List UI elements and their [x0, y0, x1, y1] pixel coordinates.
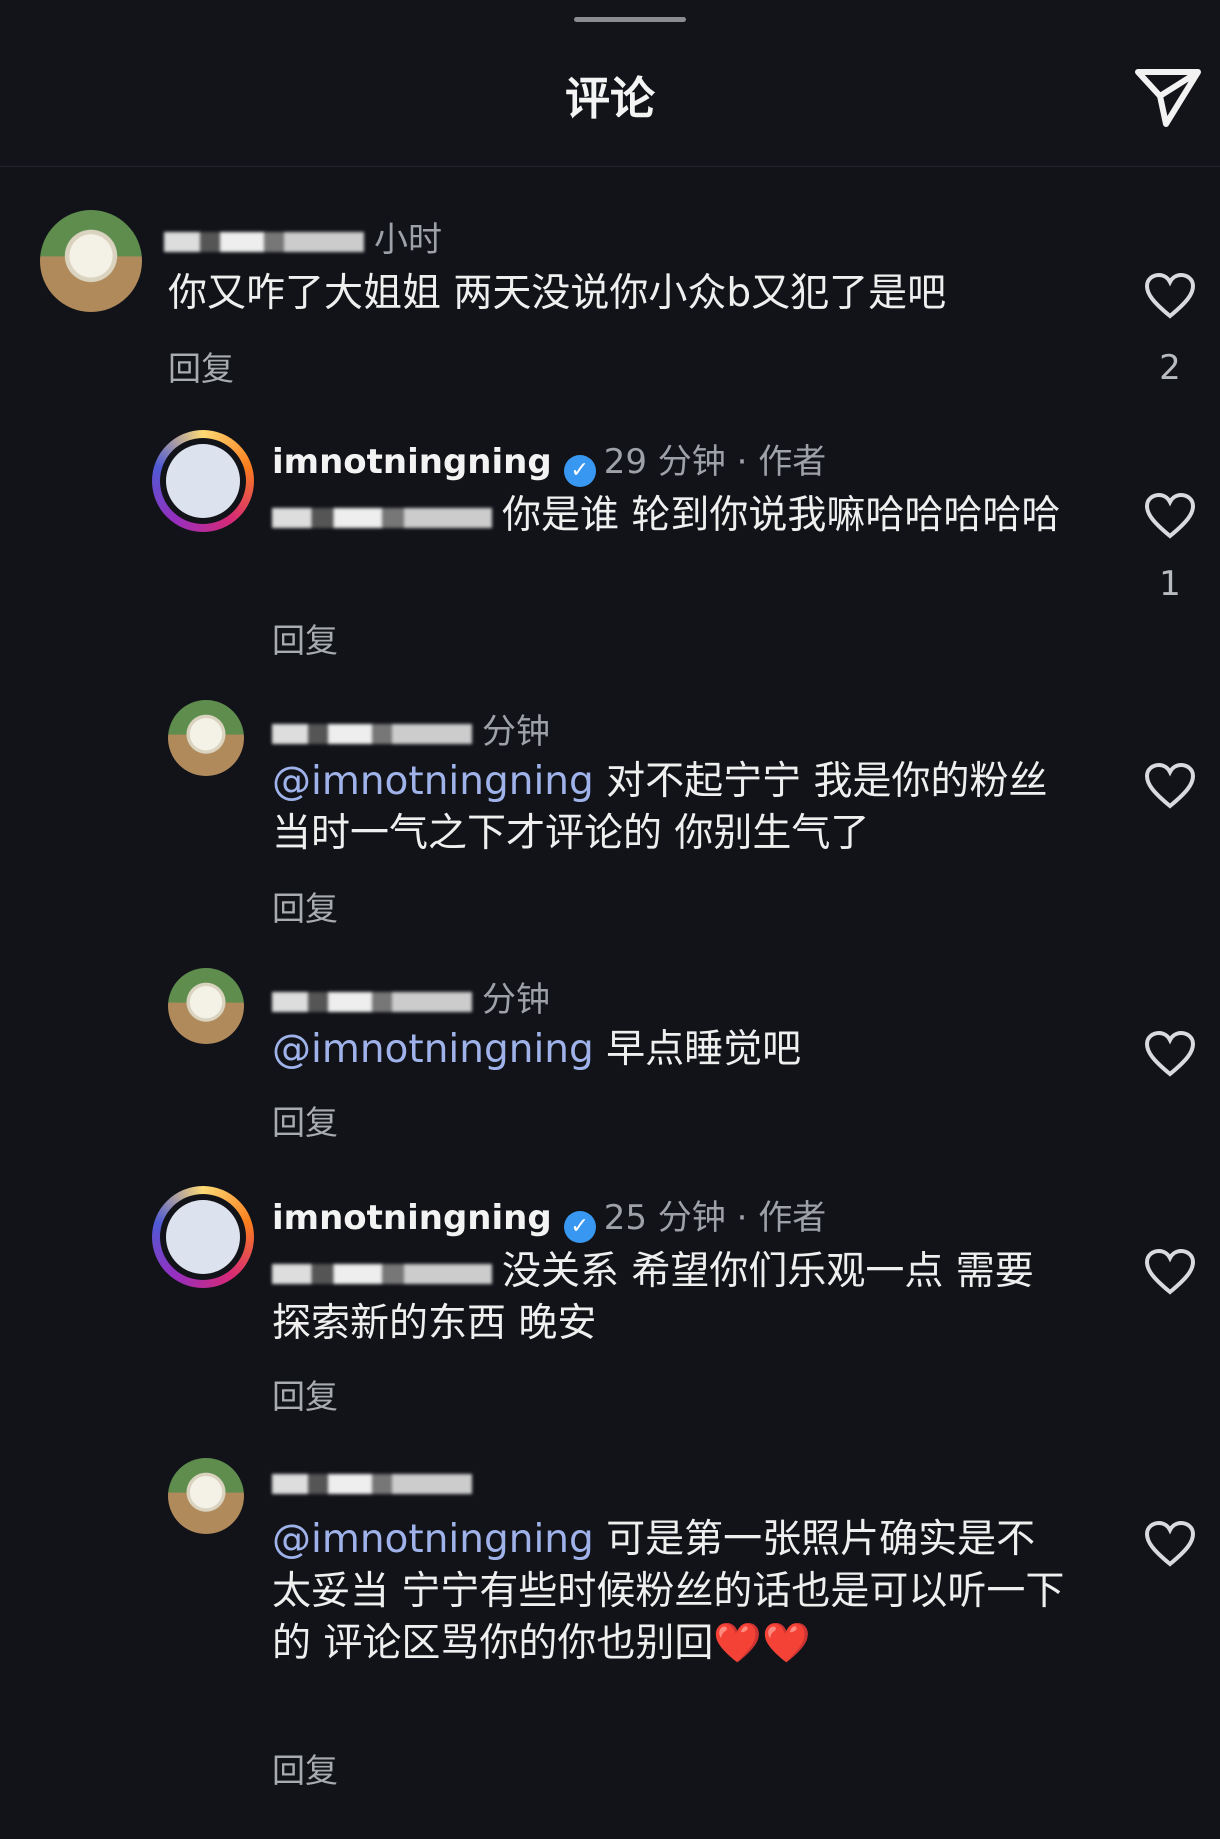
username-blurred [164, 231, 364, 252]
comment-meta: 分钟 [272, 704, 550, 753]
comment-text: @imnotningning 早点睡觉吧 [272, 1027, 802, 1072]
send-icon[interactable] [1130, 58, 1206, 134]
mention-link[interactable]: @imnotningning [272, 1517, 594, 1562]
comment-text: @imnotningning 可是第一张照片确实是不太妥当 宁宁有些时候粉丝的话… [272, 1517, 1065, 1666]
comment-item: 小时 你又咋了大姐姐 两天没说你小众b又犯了是吧 回复 2 [0, 190, 1220, 388]
heart-icon[interactable] [1143, 1030, 1197, 1078]
story-avatar[interactable] [152, 1186, 254, 1288]
comment-text: 你是谁 轮到你说我嘛哈哈哈哈哈 [272, 490, 1072, 542]
reply-button[interactable]: 回复 [272, 1096, 338, 1144]
comment-meta: 分钟 [272, 972, 550, 1021]
verified-icon: ✓ [563, 455, 596, 487]
comment-meta: imnotningning ✓ 25 分钟 · 作者 [272, 1190, 826, 1243]
reply-button[interactable]: 回复 [272, 882, 338, 930]
like-count: 2 [1159, 348, 1181, 388]
comment-item: @imnotningning 可是第一张照片确实是不太妥当 宁宁有些时候粉丝的话… [0, 1448, 1220, 1808]
username-blurred [272, 991, 472, 1012]
heart-icon[interactable] [1143, 1520, 1197, 1568]
page-title: 评论 [564, 72, 655, 125]
comment-text: 你又咋了大姐姐 两天没说你小众b又犯了是吧 [168, 271, 947, 316]
heart-icon[interactable] [1143, 1248, 1197, 1296]
comment-meta: 小时 [164, 212, 442, 261]
reply-button[interactable]: 回复 [272, 1744, 338, 1792]
comment-item: imnotningning ✓ 29 分钟 · 作者 你是谁 轮到你说我嘛哈哈哈哈哈… [0, 420, 1220, 660]
username-blurred [272, 1263, 492, 1284]
verified-icon: ✓ [563, 1211, 596, 1243]
comment-item: 分钟 @imnotningning 对不起宁宁 我是你的粉丝 当时一气之下才评论… [0, 690, 1220, 930]
comment-item: 分钟 @imnotningning 早点睡觉吧 回复 [0, 958, 1220, 1158]
comment-item: imnotningning ✓ 25 分钟 · 作者 没关系 希望你们乐观一点 需要… [0, 1176, 1220, 1426]
heart-icon[interactable] [1143, 762, 1197, 810]
avatar[interactable] [40, 210, 142, 312]
story-avatar[interactable] [152, 430, 254, 532]
comment-meta [272, 1462, 482, 1502]
avatar[interactable] [168, 1458, 244, 1534]
mention-link[interactable]: @imnotningning [272, 1027, 594, 1072]
drag-handle[interactable] [574, 17, 686, 22]
username-blurred [272, 1473, 472, 1494]
avatar[interactable] [168, 700, 244, 776]
header-bar: 评论 [0, 0, 1220, 167]
comment-text: @imnotningning 对不起宁宁 我是你的粉丝 当时一气之下才评论的 你… [272, 759, 1048, 856]
reply-button[interactable]: 回复 [272, 1370, 338, 1418]
reply-button[interactable]: 回复 [272, 614, 338, 662]
avatar[interactable] [168, 968, 244, 1044]
username-blurred [272, 723, 472, 744]
comment-meta: imnotningning ✓ 29 分钟 · 作者 [272, 434, 826, 487]
heart-icon[interactable] [1143, 272, 1197, 320]
mention-link[interactable]: @imnotningning [272, 759, 594, 804]
comment-text: 没关系 希望你们乐观一点 需要探索新的东西 晚安 [272, 1249, 1034, 1346]
reply-button[interactable]: 回复 [168, 342, 234, 390]
username-blurred [272, 507, 492, 528]
heart-icon[interactable] [1143, 492, 1197, 540]
like-count: 1 [1159, 564, 1181, 604]
